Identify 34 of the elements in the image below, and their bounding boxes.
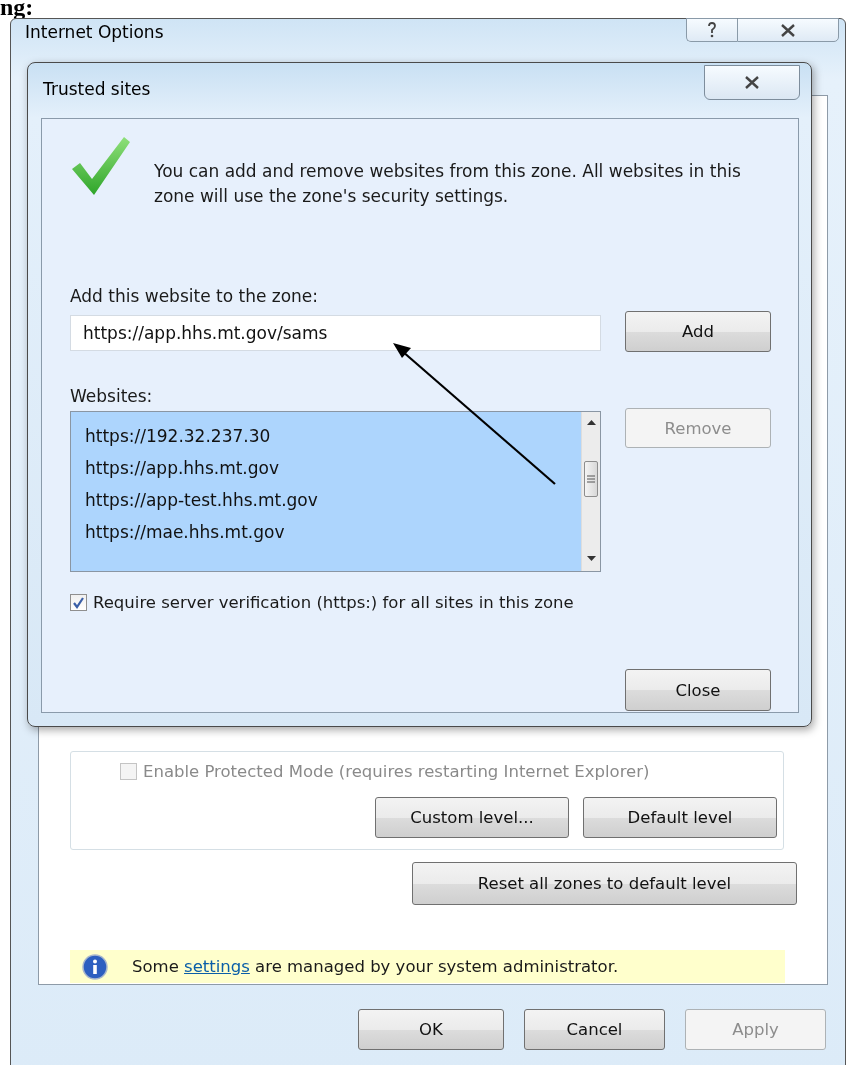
info-icon [82,953,108,980]
website-item[interactable]: https://192.32.237.30 [85,420,581,452]
checkmark-icon [70,135,132,197]
scroll-thumb[interactable] [584,461,598,497]
dialog-title: Trusted sites [43,79,151,99]
website-item[interactable]: https://app.hhs.mt.gov [85,452,581,484]
website-item[interactable]: https://app-test.hhs.mt.gov [85,484,581,516]
cancel-button[interactable]: Cancel [524,1009,665,1050]
checkbox[interactable] [70,594,87,611]
reset-button[interactable]: Reset all zones to default level [412,862,797,905]
settings-link[interactable]: settings [184,957,250,976]
help-icon [707,22,717,38]
checkbox-label: Require server verification (https:) for all sites in this zone [93,593,574,612]
info-message: Some settings are managed by your system administrator. [132,957,619,976]
zone-message: You can add and remove websites from this zone. All websites in this zone will use the zone's security settings. [154,160,742,208]
custom-level-button[interactable]: Custom level... [375,797,569,838]
checkbox-label: Enable Protected Mode (requires restarting Internet Explorer) [143,762,650,781]
scroll-up-icon [586,420,596,425]
close-dialog-button[interactable]: Close [625,669,771,711]
default-level-button[interactable]: Default level [583,797,777,838]
field-label: Add this website to the zone: [70,286,320,306]
scrollbar[interactable] [581,412,600,571]
add-button[interactable]: Add [625,311,771,352]
website-field[interactable]: https://app.hhs.mt.gov/sams [70,315,601,351]
website-item[interactable]: https://mae.hhs.mt.gov [85,516,581,548]
close-button[interactable] [704,65,800,100]
close-icon [780,23,796,37]
help-button[interactable] [686,18,737,42]
scroll-down-icon [586,556,596,561]
window-title: Internet Options [25,22,164,42]
list-label: Websites: [70,386,154,406]
ok-button[interactable]: OK [358,1009,504,1050]
close-icon [744,76,760,89]
close-button[interactable] [737,18,839,42]
